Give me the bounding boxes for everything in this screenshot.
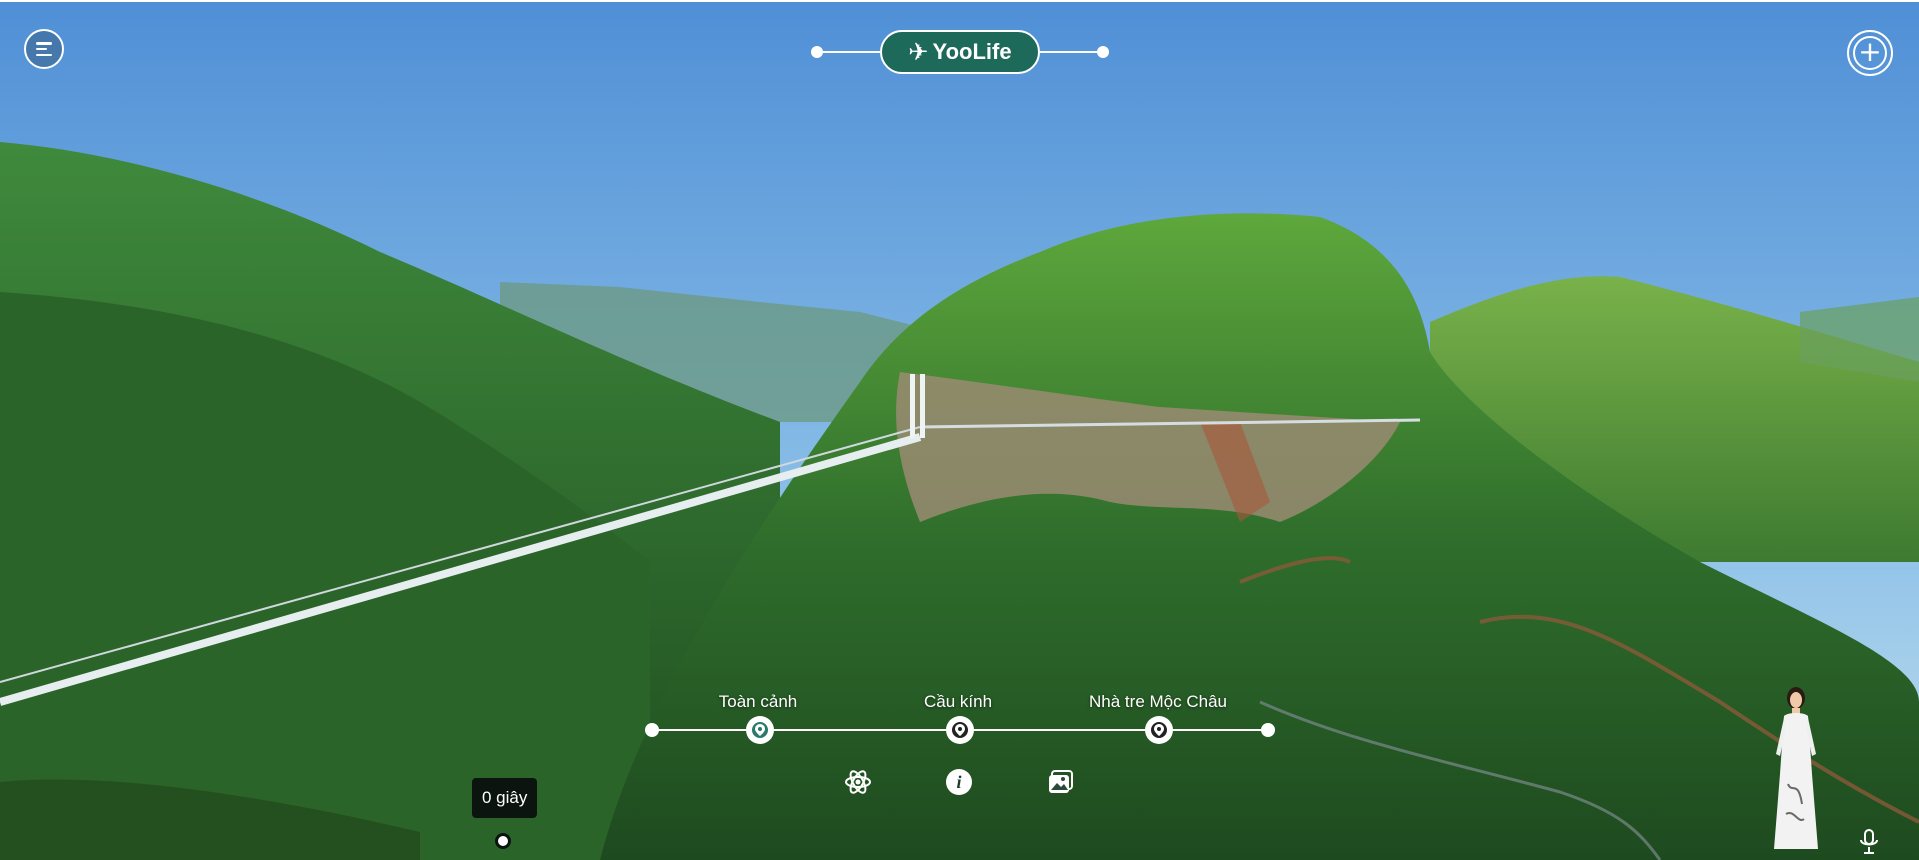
playback-position-handle[interactable] xyxy=(495,833,511,849)
stop-label-toan-canh[interactable]: Toàn cảnh xyxy=(719,692,797,712)
brand-name: YooLife xyxy=(932,39,1012,64)
hamburger-menu-icon xyxy=(36,42,52,56)
add-button[interactable]: + xyxy=(1847,30,1893,76)
brand-logo[interactable]: ✈ YooLife xyxy=(880,30,1040,74)
info-button[interactable]: i xyxy=(945,768,973,796)
bird-logo-icon: ✈ xyxy=(908,38,929,66)
info-icon: i xyxy=(946,769,972,795)
map-pin-icon xyxy=(1149,720,1169,740)
timeline-start-dot[interactable] xyxy=(645,723,659,737)
map-pin-icon xyxy=(950,720,970,740)
timeline-stop-toan-canh[interactable] xyxy=(746,716,774,744)
stop-label-cau-kinh[interactable]: Cầu kính xyxy=(924,692,992,712)
atom-button[interactable] xyxy=(844,768,872,796)
atom-icon xyxy=(845,770,871,794)
microphone-icon[interactable] xyxy=(1858,828,1880,856)
panorama-scene[interactable]: ✈ YooLife + Toàn cảnh Cầu kính Nhà tre M… xyxy=(0,2,1919,860)
timeline-stop-cau-kinh[interactable] xyxy=(946,716,974,744)
timeline-stop-nha-tre[interactable] xyxy=(1145,716,1173,744)
gallery-button[interactable] xyxy=(1047,768,1075,796)
timeline-end-dot[interactable] xyxy=(1261,723,1275,737)
stop-label-nha-tre[interactable]: Nhà tre Mộc Châu xyxy=(1089,692,1227,712)
logo-line-left xyxy=(817,51,880,53)
map-pin-icon xyxy=(750,720,770,740)
playback-timer: 0 giây xyxy=(472,778,538,818)
gallery-icon xyxy=(1049,770,1073,793)
plus-circle-icon: + xyxy=(1853,36,1887,70)
menu-button[interactable] xyxy=(24,29,64,69)
virtual-guide-avatar[interactable] xyxy=(1768,684,1824,852)
logo-line-right xyxy=(1040,51,1103,53)
logo-line-right-dot xyxy=(1097,46,1109,58)
